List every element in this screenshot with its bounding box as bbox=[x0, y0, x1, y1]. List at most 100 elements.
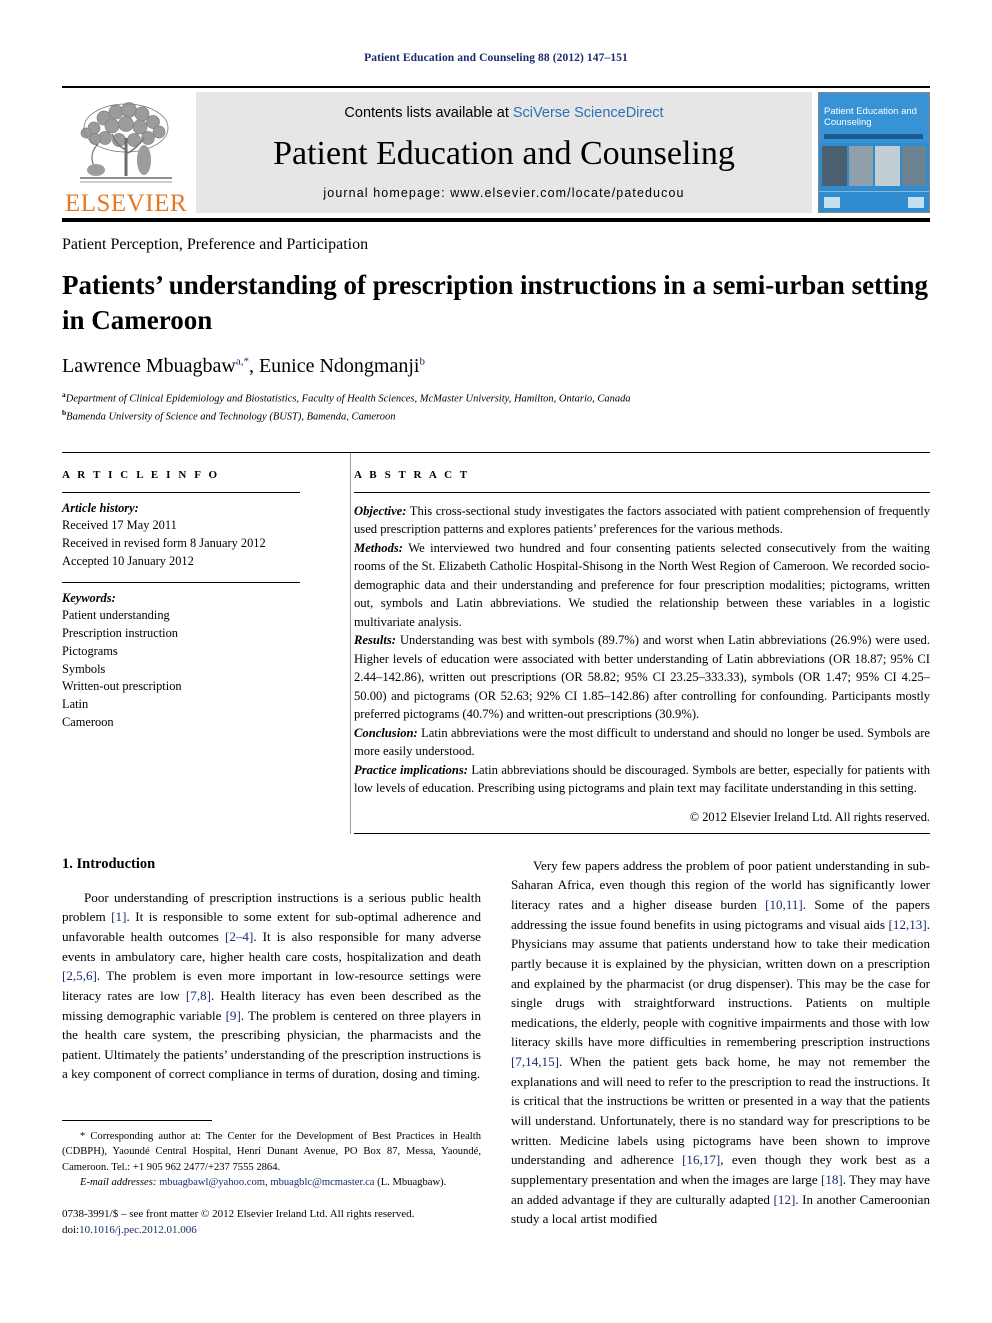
citation-ref[interactable]: [12] bbox=[774, 1192, 796, 1207]
affiliation-text: Bamenda University of Science and Techno… bbox=[66, 411, 396, 423]
cover-title: Patient Education and Counseling bbox=[824, 106, 917, 128]
doi-line: doi:10.1016/j.pec.2012.01.006 bbox=[62, 1223, 481, 1239]
body-column-right: Very few papers address the problem of p… bbox=[511, 856, 930, 1238]
footnote-zone: * Corresponding author at: The Center fo… bbox=[62, 1120, 481, 1239]
journal-cover-thumbnail: Patient Education and Counseling bbox=[818, 92, 930, 213]
citation-ref[interactable]: [12,13] bbox=[889, 917, 927, 932]
keyword-item: Latin bbox=[62, 697, 89, 712]
journal-homepage[interactable]: journal homepage: www.elsevier.com/locat… bbox=[323, 186, 684, 200]
abstract-objective: Objective: This cross-sectional study in… bbox=[354, 502, 930, 539]
author-affiliation-marker[interactable]: a,* bbox=[236, 356, 249, 368]
cover-photo-strip bbox=[822, 146, 926, 186]
keyword-item: Symbols bbox=[62, 661, 106, 676]
abstract-methods-label: Methods: bbox=[354, 540, 403, 555]
article-info-heading: A R T I C L E I N F O bbox=[62, 468, 220, 481]
journal-masthead: ELSEVIER Contents lists available at Sci… bbox=[62, 86, 930, 222]
abstract-copyright: © 2012 Elsevier Ireland Ltd. All rights … bbox=[689, 809, 930, 824]
abstract-conclusion-label: Conclusion: bbox=[354, 725, 418, 740]
info-abstract-band: A R T I C L E I N F O Article history: R… bbox=[62, 451, 930, 834]
running-head: Patient Education and Counseling 88 (201… bbox=[364, 52, 628, 64]
journal-section-label: Patient Perception, Preference and Parti… bbox=[62, 236, 369, 253]
masthead-center: Contents lists available at SciVerse Sci… bbox=[196, 92, 812, 213]
citation-ref[interactable]: [7,14,15] bbox=[511, 1054, 559, 1069]
cover-subtitle-bar bbox=[824, 134, 923, 139]
article-page: Patient Education and Counseling 88 (201… bbox=[0, 0, 992, 1323]
citation-ref[interactable]: [18] bbox=[821, 1172, 843, 1187]
keyword-item: Cameroon bbox=[62, 714, 114, 729]
affiliation-a: aDepartment of Clinical Epidemiology and… bbox=[62, 389, 930, 407]
author-name: Lawrence Mbuagbaw bbox=[62, 355, 236, 378]
abstract-body: Objective: This cross-sectional study in… bbox=[354, 493, 930, 798]
abstract-results-text: Understanding was best with symbols (89.… bbox=[354, 633, 930, 722]
introduction-heading: 1. Introduction bbox=[62, 855, 156, 872]
elsevier-tree-icon bbox=[80, 102, 172, 183]
author-separator: , bbox=[248, 355, 259, 378]
affiliation-b: bBamenda University of Science and Techn… bbox=[62, 407, 930, 425]
cover-badge-left bbox=[824, 197, 840, 208]
intro-paragraph-left: Poor understanding of prescription instr… bbox=[62, 888, 481, 1084]
abstract-conclusion-text: Latin abbreviations were the most diffic… bbox=[354, 725, 930, 759]
abstract-objective-label: Objective: bbox=[354, 503, 407, 518]
citation-ref[interactable]: [16,17] bbox=[682, 1152, 720, 1167]
email-link-1[interactable]: mbuagbawl@yahoo.com bbox=[159, 1177, 265, 1188]
email-addresses-label: E-mail addresses: bbox=[80, 1176, 157, 1188]
cover-badge-right bbox=[908, 197, 924, 208]
citation-ref[interactable]: [10,11] bbox=[765, 897, 803, 912]
keyword-item: Written-out prescription bbox=[62, 679, 182, 694]
footnote-divider bbox=[62, 1120, 212, 1121]
cover-footer-band bbox=[819, 191, 929, 212]
corresponding-author-text: Corresponding author at: The Center for … bbox=[62, 1131, 481, 1173]
abstract-results: Results: Understanding was best with sym… bbox=[354, 631, 930, 724]
citation-ref[interactable]: [2–4] bbox=[225, 929, 253, 944]
email-link-2[interactable]: mbuagblc@mcmaster.ca bbox=[270, 1177, 374, 1188]
cover-photo bbox=[901, 146, 926, 186]
affiliation-text: Department of Clinical Epidemiology and … bbox=[65, 393, 631, 405]
sciencedirect-link[interactable]: SciVerse ScienceDirect bbox=[513, 105, 664, 121]
cover-photo bbox=[875, 146, 900, 186]
keywords-block: Keywords: Patient understanding Prescrip… bbox=[62, 583, 300, 743]
abstract-practice-label: Practice implications: bbox=[354, 762, 468, 777]
cover-photo bbox=[822, 146, 847, 186]
cover-photo bbox=[848, 146, 873, 186]
text-run: . Physicians may assume that patients un… bbox=[511, 916, 930, 1050]
author-list: Lawrence Mbuagbawa,*, Eunice Ndongmanjib bbox=[62, 355, 930, 378]
abstract-methods: Methods: We interviewed two hundred and … bbox=[354, 539, 930, 632]
journal-title: Patient Education and Counseling bbox=[273, 134, 735, 172]
abstract-results-label: Results: bbox=[354, 633, 396, 648]
abstract-column: A B S T R A C T Objective: This cross-se… bbox=[324, 469, 930, 834]
contents-available-line: Contents lists available at SciVerse Sci… bbox=[344, 105, 663, 121]
abstract-methods-text: We interviewed two hundred and four cons… bbox=[354, 540, 930, 629]
abstract-objective-text: This cross-sectional study investigates … bbox=[354, 503, 930, 537]
citation-ref[interactable]: [1] bbox=[111, 909, 126, 924]
article-info-column: A R T I C L E I N F O Article history: R… bbox=[62, 469, 324, 834]
contents-prefix: Contents lists available at bbox=[344, 105, 513, 121]
elsevier-wordmark: ELSEVIER bbox=[64, 190, 188, 217]
citation-ref[interactable]: [7,8] bbox=[186, 988, 211, 1003]
divider bbox=[354, 832, 930, 834]
text-run: . When the patient gets back home, he ma… bbox=[511, 1054, 930, 1168]
affiliation-list: aDepartment of Clinical Epidemiology and… bbox=[62, 389, 930, 426]
abstract-conclusion: Conclusion: Latin abbreviations were the… bbox=[354, 724, 930, 761]
email-owner: (L. Mbuagbaw). bbox=[374, 1176, 447, 1188]
history-item: Received 17 May 2011 bbox=[62, 518, 177, 533]
history-item: Received in revised form 8 January 2012 bbox=[62, 536, 266, 551]
abstract-heading: A B S T R A C T bbox=[354, 468, 470, 481]
doi-label: doi: bbox=[62, 1223, 80, 1236]
article-history-block: Article history: Received 17 May 2011 Re… bbox=[62, 493, 300, 582]
doi-link[interactable]: 10.1016/j.pec.2012.01.006 bbox=[79, 1224, 197, 1236]
citation-ref[interactable]: [9] bbox=[226, 1008, 241, 1023]
keyword-item: Prescription instruction bbox=[62, 626, 178, 641]
intro-paragraph-right: Very few papers address the problem of p… bbox=[511, 856, 930, 1229]
citation-ref[interactable]: [2,5,6] bbox=[62, 968, 97, 983]
keywords-label: Keywords: bbox=[62, 590, 116, 605]
author-name: Eunice Ndongmanji bbox=[258, 355, 420, 378]
author-affiliation-marker[interactable]: b bbox=[419, 356, 425, 368]
front-matter-line: 0738-3991/$ – see front matter © 2012 El… bbox=[62, 1208, 415, 1220]
page-title: Patients’ understanding of prescription … bbox=[62, 270, 929, 335]
keyword-item: Patient understanding bbox=[62, 608, 170, 623]
article-history-label: Article history: bbox=[62, 500, 139, 515]
keyword-item: Pictograms bbox=[62, 643, 118, 658]
history-item: Accepted 10 January 2012 bbox=[62, 553, 194, 568]
footnote-star-marker: * bbox=[80, 1131, 86, 1142]
abstract-practice-implications: Practice implications: Latin abbreviatio… bbox=[354, 761, 930, 798]
